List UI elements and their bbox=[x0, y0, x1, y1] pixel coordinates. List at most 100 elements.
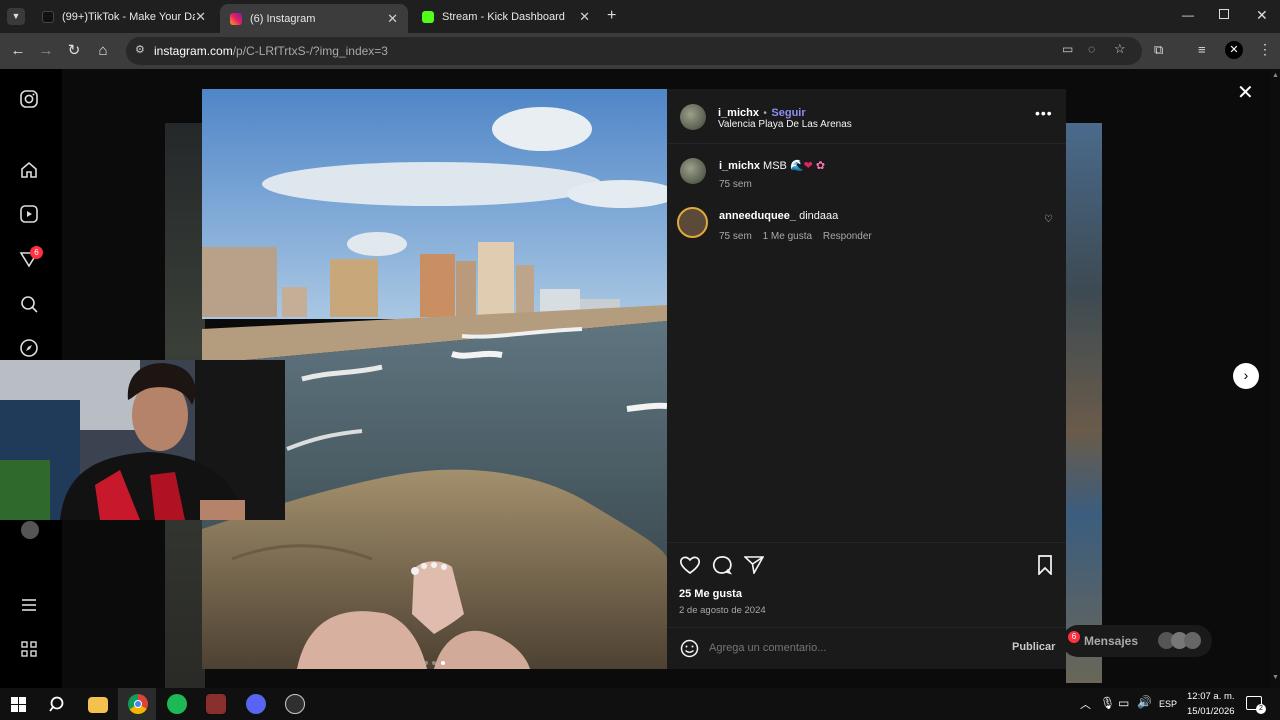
messages-icon: 6 bbox=[1068, 631, 1082, 645]
save-bookmark-icon[interactable] bbox=[1037, 555, 1053, 575]
discord-icon[interactable] bbox=[246, 694, 266, 714]
obs-icon[interactable] bbox=[285, 694, 305, 714]
messages-badge: 6 bbox=[1068, 631, 1080, 643]
comment-divider bbox=[667, 627, 1066, 628]
url-path: /p/C-LRfTrtxS-/?img_index=3 bbox=[232, 44, 388, 58]
volume-icon[interactable]: 🔊 bbox=[1137, 695, 1152, 709]
spotify-icon[interactable] bbox=[167, 694, 187, 714]
tab-kick[interactable]: Stream - Kick Dashboard ✕ bbox=[412, 4, 600, 29]
tray-chevron-icon[interactable]: ︿ bbox=[1080, 696, 1091, 712]
extensions-icon[interactable]: ⧉ bbox=[1154, 42, 1163, 58]
messages-pill[interactable]: 6 Mensajes bbox=[1062, 625, 1212, 657]
media-icon[interactable]: ≡ bbox=[1198, 42, 1206, 57]
microphone-icon[interactable]: 🎙 bbox=[1100, 696, 1115, 710]
search-icon[interactable] bbox=[49, 696, 66, 713]
tab-tiktok[interactable]: (99+)TikTok - Make Your Day ✕ bbox=[32, 4, 216, 29]
game-app-icon[interactable] bbox=[206, 694, 226, 714]
caption-username[interactable]: i_michx bbox=[719, 160, 760, 172]
comment-bubble-icon[interactable] bbox=[711, 555, 732, 575]
reply-button[interactable]: Responder bbox=[823, 231, 872, 242]
emoji-icon[interactable] bbox=[680, 639, 699, 658]
messages-label: Mensajes bbox=[1084, 634, 1139, 648]
caption-text: MSB bbox=[763, 160, 787, 172]
comment-like-heart-icon[interactable]: ♡ bbox=[1044, 214, 1053, 225]
site-info-icon[interactable]: ⚙ bbox=[135, 43, 145, 56]
install-app-icon[interactable]: ▭ bbox=[1062, 42, 1073, 56]
tab-title: (6) Instagram bbox=[250, 12, 316, 25]
windows-start-icon[interactable] bbox=[11, 697, 26, 712]
likes-count[interactable]: 25 Me gusta bbox=[679, 588, 742, 600]
close-tab-icon[interactable]: ✕ bbox=[579, 9, 590, 25]
more-options-icon[interactable]: ••• bbox=[1035, 105, 1053, 121]
minimize-button[interactable]: — bbox=[1182, 8, 1194, 22]
heart-emoji: ❤ bbox=[803, 160, 813, 172]
tab-title: (99+)TikTok - Make Your Day bbox=[62, 10, 196, 23]
comment: anneeduquee_ dindaaa bbox=[719, 210, 838, 222]
home-icon[interactable]: ⌂ bbox=[94, 42, 112, 60]
post-detail-panel: i_michx • Seguir Valencia Playa De Las A… bbox=[667, 89, 1066, 669]
comment-meta: 75 sem 1 Me gusta Responder bbox=[719, 231, 872, 242]
browser-menu-icon[interactable]: ⋮ bbox=[1258, 41, 1272, 58]
forward-icon[interactable]: → bbox=[37, 42, 55, 60]
windows-taskbar: ︿ 🎙 ▭ 🔊 ESP 12:07 a. m. 15/01/2026 2 bbox=[0, 688, 1280, 720]
header-divider bbox=[667, 143, 1066, 144]
tab-instagram[interactable]: (6) Instagram ✕ bbox=[220, 4, 408, 33]
new-tab-icon[interactable]: + bbox=[607, 7, 616, 25]
reload-icon[interactable]: ↻ bbox=[65, 42, 83, 60]
commenter-avatar[interactable] bbox=[677, 207, 708, 238]
clock-date[interactable]: 15/01/2026 bbox=[1187, 706, 1235, 717]
next-post-button[interactable]: › bbox=[1233, 363, 1259, 389]
browser-tab-bar: ▼ (99+)TikTok - Make Your Day ✕ (6) Inst… bbox=[0, 0, 1280, 33]
maximize-button[interactable] bbox=[1219, 9, 1229, 19]
close-tab-icon[interactable]: ✕ bbox=[195, 9, 206, 25]
kick-icon bbox=[422, 10, 434, 23]
file-explorer-icon[interactable] bbox=[88, 697, 108, 713]
reels-icon[interactable] bbox=[19, 204, 39, 224]
instagram-icon bbox=[230, 12, 242, 25]
address-bar[interactable]: ⚙ instagram.com/p/C-LRfTrtxS-/?img_index… bbox=[126, 37, 1142, 65]
eye-off-icon[interactable]: ◌ bbox=[1088, 42, 1095, 56]
post-location[interactable]: Valencia Playa De Las Arenas bbox=[718, 119, 852, 130]
notification-count: 2 bbox=[1256, 704, 1266, 714]
share-send-icon[interactable] bbox=[744, 556, 764, 574]
explore-icon[interactable] bbox=[19, 338, 39, 358]
caption: i_michx MSB 🌊❤ ✿ bbox=[719, 159, 825, 172]
url-text: instagram.com/p/C-LRfTrtxS-/?img_index=3 bbox=[154, 44, 388, 58]
clock-time[interactable]: 12:07 a. m. bbox=[1187, 691, 1235, 702]
more-apps-icon[interactable] bbox=[19, 639, 39, 659]
comment-input[interactable] bbox=[709, 639, 999, 657]
caption-avatar[interactable] bbox=[680, 158, 706, 184]
back-icon[interactable]: ← bbox=[9, 42, 27, 60]
profile-avatar[interactable]: ✕ bbox=[1225, 41, 1243, 59]
comment-time: 75 sem bbox=[719, 231, 752, 242]
webcam-overlay bbox=[0, 360, 285, 520]
page-scrollbar[interactable]: ▲ ▼ bbox=[1270, 69, 1280, 688]
follow-button[interactable]: Seguir bbox=[771, 107, 805, 119]
publish-button[interactable]: Publicar bbox=[1012, 641, 1055, 653]
chrome-taskbar-button[interactable] bbox=[118, 688, 156, 720]
actions-divider bbox=[667, 542, 1066, 543]
author-avatar[interactable] bbox=[680, 104, 706, 130]
profile-avatar[interactable] bbox=[21, 521, 39, 539]
bookmark-star-icon[interactable]: ☆ bbox=[1114, 41, 1126, 57]
message-avatars bbox=[1158, 632, 1201, 654]
close-window-button[interactable]: ✕ bbox=[1256, 7, 1268, 24]
close-modal-icon[interactable]: ✕ bbox=[1237, 80, 1254, 105]
browser-toolbar: ← → ↻ ⌂ ⚙ instagram.com/p/C-LRfTrtxS-/?i… bbox=[0, 33, 1280, 69]
notification-badge: 6 bbox=[30, 246, 43, 259]
tab-search-button[interactable]: ▼ bbox=[7, 8, 25, 25]
network-icon[interactable]: ▭ bbox=[1118, 696, 1129, 710]
home-icon[interactable] bbox=[19, 160, 39, 180]
separator-dot: • bbox=[763, 108, 767, 119]
author-username[interactable]: i_michx bbox=[718, 107, 759, 119]
url-domain: instagram.com bbox=[154, 44, 233, 58]
comment-likes[interactable]: 1 Me gusta bbox=[763, 231, 812, 242]
menu-icon[interactable] bbox=[19, 595, 39, 615]
like-heart-icon[interactable] bbox=[679, 555, 701, 575]
commenter-username[interactable]: anneeduquee_ bbox=[719, 210, 796, 222]
search-icon[interactable] bbox=[19, 294, 39, 314]
instagram-logo-icon[interactable] bbox=[19, 89, 39, 109]
close-tab-icon[interactable]: ✕ bbox=[387, 11, 398, 27]
language-indicator[interactable]: ESP bbox=[1159, 699, 1177, 709]
flower-emoji: ✿ bbox=[815, 160, 826, 172]
